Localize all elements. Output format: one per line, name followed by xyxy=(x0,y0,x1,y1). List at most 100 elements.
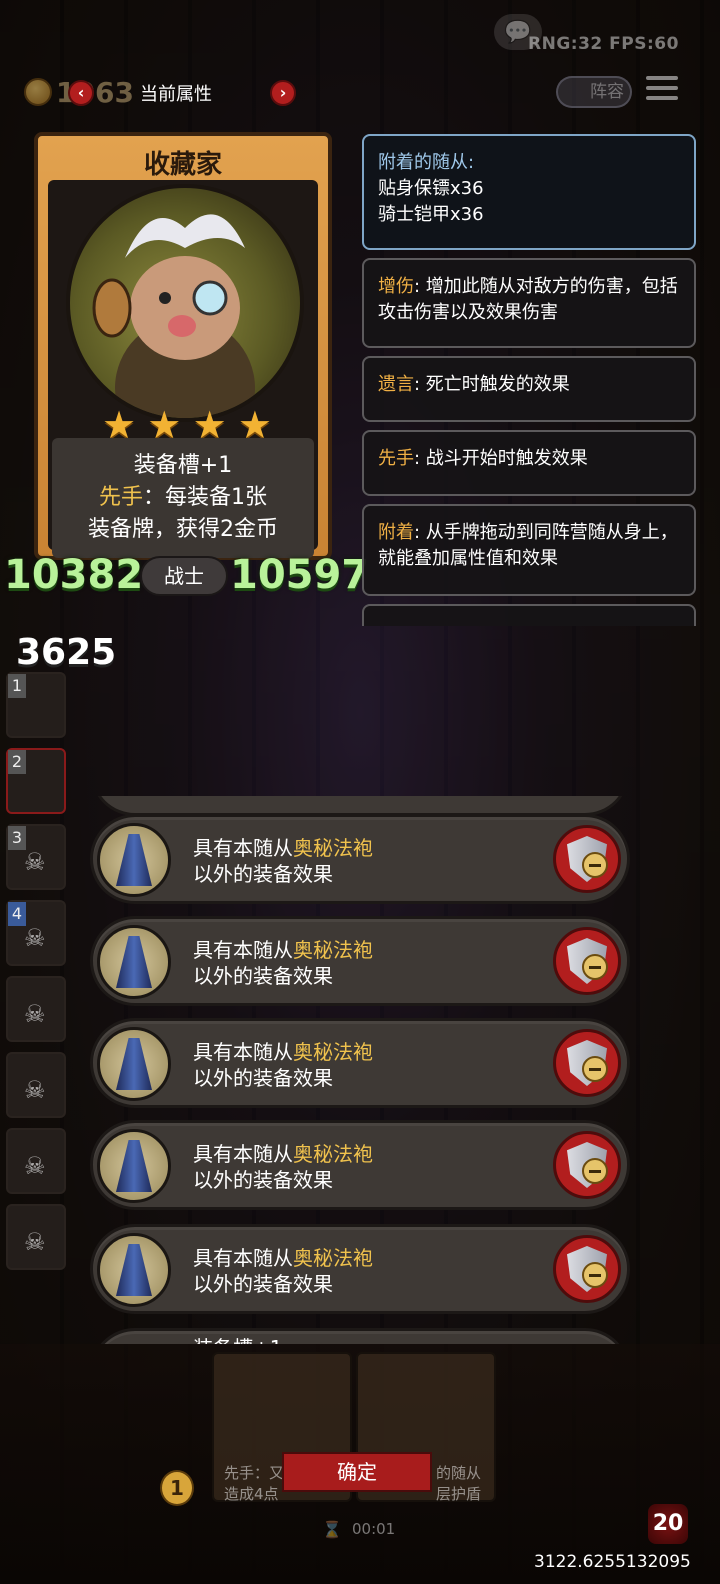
gold-coin-icon xyxy=(24,78,52,106)
keyword-box-first-strike: 先手: 战斗开始时触发效果 xyxy=(362,430,696,496)
equip-partial-text: 装备槽+1 xyxy=(193,1335,282,1344)
skull-icon: ☠ xyxy=(24,1228,46,1256)
minion-card: 收藏家 ★ ★ ★ ★ 装备槽+1 先手：每装备1张 装备牌，获得2金币 xyxy=(34,132,332,560)
equip-name: 奥秘法袍 xyxy=(293,1142,373,1166)
lineup-slot[interactable]: 4 ☠ xyxy=(6,900,66,966)
minus-icon xyxy=(582,1056,608,1082)
health-value: 10597 xyxy=(230,552,370,598)
arcane-robe-icon xyxy=(97,823,171,897)
unequip-button[interactable] xyxy=(553,1131,621,1199)
keyword-text: : 增加此随从对敌方的伤害，包括攻击伤害以及效果伤害 xyxy=(378,276,678,323)
attached-label: 附着的随从: xyxy=(378,152,475,173)
keyword-label: 遗言 xyxy=(378,374,414,395)
hero-health: 20 xyxy=(648,1504,688,1544)
lineup-slot[interactable]: 3 ☠ xyxy=(6,824,66,890)
equipment-row[interactable]: 具有本随从奥秘法袍 以外的装备效果 xyxy=(90,1120,630,1210)
menu-icon[interactable] xyxy=(646,76,678,104)
unequip-button[interactable] xyxy=(553,825,621,893)
slot-number: 3 xyxy=(8,826,26,850)
debug-coords: 3122.6255132095 xyxy=(534,1552,691,1572)
equipment-row-partial xyxy=(90,796,630,816)
lineup-slot[interactable]: 2 xyxy=(6,748,66,814)
keyword-label: 增伤 xyxy=(378,276,414,297)
desc-text: ：每装备1张 xyxy=(143,485,267,510)
equip-prefix: 具有本随从 xyxy=(193,1040,293,1064)
card-name: 收藏家 xyxy=(143,150,222,180)
lineup-button[interactable]: 阵容 xyxy=(556,76,632,108)
equip-name: 奥秘法袍 xyxy=(293,1040,373,1064)
equip-suffix: 以外的装备效果 xyxy=(193,964,333,988)
timer: 00:01 xyxy=(352,1520,396,1538)
equipment-row-partial[interactable]: 装备槽+1 xyxy=(90,1328,630,1344)
arcane-robe-icon xyxy=(97,1129,171,1203)
lineup-slot[interactable]: ☠ xyxy=(6,1204,66,1270)
keyword-box-attach: 附着: 从手牌拖动到同阵营随从身上，就能叠加属性值和效果 xyxy=(362,504,696,596)
arcane-robe-icon xyxy=(97,925,171,999)
skull-icon: ☠ xyxy=(24,848,46,876)
attack-value: 10382 xyxy=(4,552,144,598)
top-bar: 💬 RNG:32 FPS:60 1063 ‹ 当前属性 › 阵容 xyxy=(0,0,720,120)
equipment-row[interactable]: 具有本随从奥秘法袍 以外的装备效果 xyxy=(90,1018,630,1108)
slot-number: 1 xyxy=(8,674,26,698)
desc-line: 装备牌，获得2金币 xyxy=(88,517,278,542)
hand-card-text: 先手：又 造成4点 xyxy=(224,1464,285,1503)
skull-icon: ☠ xyxy=(24,1076,46,1104)
equip-prefix: 具有本随从 xyxy=(193,1246,293,1270)
slot-number: 2 xyxy=(8,750,26,774)
lineup-slot[interactable]: ☠ xyxy=(6,976,66,1042)
lineup-slot[interactable]: ☠ xyxy=(6,1052,66,1118)
equip-suffix: 以外的装备效果 xyxy=(193,1168,333,1192)
collector-portrait xyxy=(66,184,304,422)
next-page-button[interactable]: › xyxy=(270,80,296,106)
lineup-slot[interactable]: 1 xyxy=(6,672,66,738)
equipment-list[interactable]: 具有本随从奥秘法袍 以外的装备效果 具有本随从奥秘法袍 以外的装备效果 具有本随… xyxy=(90,796,630,1344)
confirm-button[interactable]: 确定 xyxy=(282,1452,432,1492)
desc-line: 装备槽+1 xyxy=(133,453,233,478)
equipment-row[interactable]: 具有本随从奥秘法袍 以外的装备效果 xyxy=(90,916,630,1006)
unequip-button[interactable] xyxy=(553,927,621,995)
keyword-text: : 战斗开始时触发效果 xyxy=(414,448,588,469)
desc-line: 先手：每装备1张 xyxy=(52,482,314,514)
minus-icon xyxy=(582,1158,608,1184)
attached-item: 骑士铠甲x36 xyxy=(378,204,484,225)
unequip-button[interactable] xyxy=(553,1029,621,1097)
minus-icon xyxy=(582,1262,608,1288)
minus-icon xyxy=(582,852,608,878)
unequip-button[interactable] xyxy=(553,1235,621,1303)
equip-name: 奥秘法袍 xyxy=(293,938,373,962)
hourglass-icon: ⌛ xyxy=(322,1520,342,1539)
keyword-box-deathrattle: 遗言: 死亡时触发的效果 xyxy=(362,356,696,422)
skull-icon: ☠ xyxy=(24,1152,46,1180)
arcane-robe-icon xyxy=(97,1233,171,1307)
page-title: 当前属性 xyxy=(140,84,212,105)
equip-suffix: 以外的装备效果 xyxy=(193,862,333,886)
performance-readout: RNG:32 FPS:60 xyxy=(528,34,679,54)
arcane-robe-icon xyxy=(97,1027,171,1101)
equip-name: 奥秘法袍 xyxy=(293,1246,373,1270)
lineup-slot[interactable]: ☠ xyxy=(6,1128,66,1194)
attached-minions-box: 附着的随从: 贴身保镖x36 骑士铠甲x36 xyxy=(362,134,696,250)
keyword-label: 先手 xyxy=(378,448,414,469)
class-badge: 战士 xyxy=(140,556,228,596)
equip-suffix: 以外的装备效果 xyxy=(193,1272,333,1296)
equip-prefix: 具有本随从 xyxy=(193,1142,293,1166)
equipment-row[interactable]: 具有本随从奥秘法袍 以外的装备效果 xyxy=(90,1224,630,1314)
keyword-text: : 死亡时触发的效果 xyxy=(414,374,570,395)
equipment-row[interactable]: 具有本随从奥秘法袍 以外的装备效果 xyxy=(90,814,630,904)
keyword-box-partial xyxy=(362,604,696,626)
cost-badge: 1 xyxy=(160,1470,194,1506)
keyword-text: : 从手牌拖动到同阵营随从身上，就能叠加属性值和效果 xyxy=(378,522,678,569)
skull-icon: ☠ xyxy=(24,1000,46,1028)
keyword-box-damage-boost: 增伤: 增加此随从对敌方的伤害，包括攻击伤害以及效果伤害 xyxy=(362,258,696,348)
slot-number: 4 xyxy=(8,902,26,926)
secondary-value: 3625 xyxy=(16,632,117,673)
minus-icon xyxy=(582,954,608,980)
equip-name: 奥秘法袍 xyxy=(293,836,373,860)
prev-page-button[interactable]: ‹ xyxy=(68,80,94,106)
attached-item: 贴身保镖x36 xyxy=(378,178,484,199)
keyword-label: 附着 xyxy=(378,522,414,543)
hand-card-text: 的随从 层护盾 xyxy=(436,1464,482,1503)
card-description: 装备槽+1 先手：每装备1张 装备牌，获得2金币 xyxy=(52,438,314,558)
skull-icon: ☠ xyxy=(24,924,46,952)
keyword-first-strike: 先手 xyxy=(98,485,143,510)
